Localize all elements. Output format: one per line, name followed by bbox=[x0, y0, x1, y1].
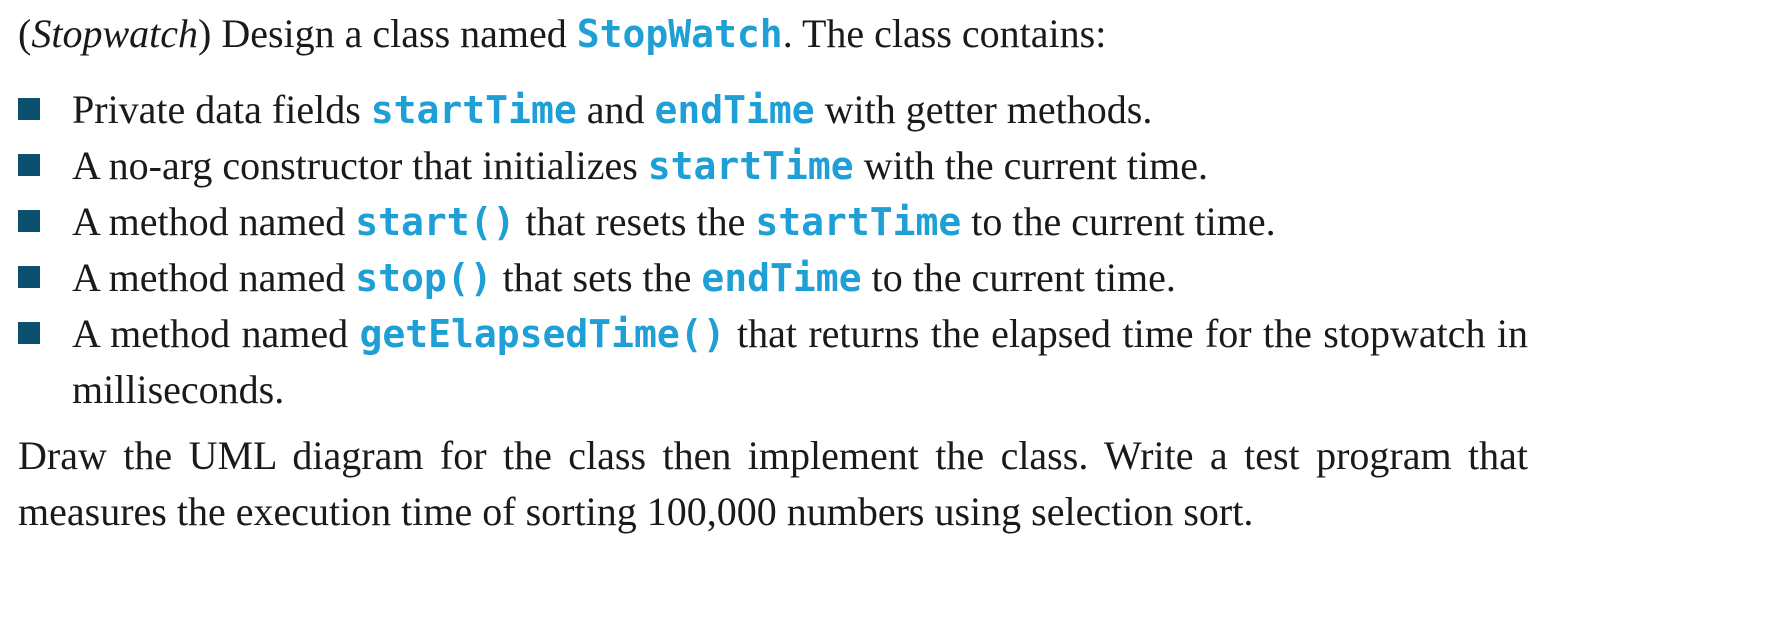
intro-paren-close: ) bbox=[198, 11, 212, 56]
class-name-code: StopWatch bbox=[576, 12, 783, 56]
closing-paragraph: Draw the UML diagram for the class then … bbox=[18, 433, 1528, 534]
requirement-text: and bbox=[576, 87, 655, 132]
requirements-list: Private data fields startTime and endTim… bbox=[18, 82, 1528, 417]
code-term: startTime bbox=[647, 144, 854, 188]
requirement-text: to the current time. bbox=[861, 255, 1176, 300]
requirement-text: A method named bbox=[72, 199, 356, 244]
requirement-item: Private data fields startTime and endTim… bbox=[18, 82, 1528, 138]
intro-tail: . The class contains: bbox=[782, 11, 1107, 56]
exercise-intro: (Stopwatch) Design a class named StopWat… bbox=[18, 10, 1106, 58]
code-term: start() bbox=[355, 200, 516, 244]
square-bullet-icon bbox=[18, 322, 40, 344]
requirement-text: that resets the bbox=[515, 199, 756, 244]
code-term: getElapsedTime() bbox=[359, 312, 726, 356]
requirement-item: A method named start() that resets the s… bbox=[18, 194, 1528, 250]
requirement-text: with getter methods. bbox=[814, 87, 1153, 132]
exercise-term: Stopwatch bbox=[31, 11, 198, 56]
requirement-text: that sets the bbox=[492, 255, 702, 300]
requirement-text: Private data fields bbox=[72, 87, 371, 132]
intro-lead: Design a class named bbox=[211, 11, 577, 56]
requirement-text: with the current time. bbox=[853, 143, 1209, 188]
code-term: startTime bbox=[755, 200, 962, 244]
code-term: endTime bbox=[701, 256, 862, 300]
square-bullet-icon bbox=[18, 210, 40, 232]
requirement-item: A method named stop() that sets the endT… bbox=[18, 250, 1528, 306]
square-bullet-icon bbox=[18, 154, 40, 176]
requirement-text: A method named bbox=[72, 255, 356, 300]
requirement-text: to the current time. bbox=[961, 199, 1276, 244]
requirement-item: A method named getElapsedTime() that ret… bbox=[18, 306, 1528, 417]
code-term: startTime bbox=[370, 88, 577, 132]
requirement-text: A method named bbox=[72, 311, 360, 356]
square-bullet-icon bbox=[18, 266, 40, 288]
code-term: endTime bbox=[654, 88, 815, 132]
square-bullet-icon bbox=[18, 98, 40, 120]
requirement-item: A no-arg constructor that initializes st… bbox=[18, 138, 1528, 194]
code-term: stop() bbox=[355, 256, 493, 300]
requirement-text: A no-arg constructor that initializes bbox=[72, 143, 648, 188]
intro-paren-open: ( bbox=[18, 11, 32, 56]
